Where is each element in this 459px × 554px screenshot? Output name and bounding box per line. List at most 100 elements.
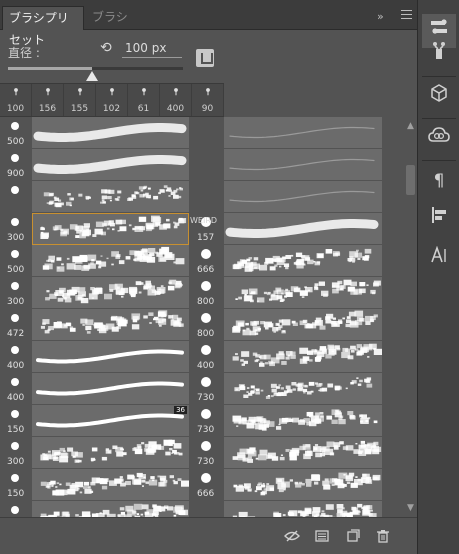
brush-size-value: 300 bbox=[7, 297, 25, 307]
brush-stroke-preview bbox=[233, 472, 381, 496]
brush-preset-thumb[interactable]: 150 bbox=[0, 405, 30, 437]
brush-preset-thumb[interactable]: WEIRD 157 bbox=[189, 213, 224, 245]
brush-preset-thumb[interactable]: 800 bbox=[189, 309, 224, 341]
brush-tip-icon bbox=[205, 88, 210, 96]
brush-row bbox=[0, 501, 404, 517]
brush-preset-item[interactable] bbox=[32, 309, 189, 341]
brush-preset-thumb[interactable]: 730 bbox=[189, 373, 224, 405]
brush-preset-thumb[interactable]: 730 bbox=[189, 437, 224, 469]
brush-preset-item[interactable] bbox=[224, 245, 382, 277]
brush-preset-item[interactable] bbox=[32, 501, 189, 517]
brush-preset-item[interactable] bbox=[32, 437, 189, 469]
brush-badge: 36 bbox=[174, 406, 187, 414]
brush-preset-thumb[interactable]: 400 bbox=[189, 341, 224, 373]
brush-stroke-preview bbox=[229, 190, 375, 203]
align-icon[interactable] bbox=[422, 202, 456, 236]
brush-stroke-preview bbox=[235, 279, 381, 303]
brush-row: 472 800 bbox=[0, 309, 404, 341]
new-preset-icon[interactable] bbox=[346, 529, 360, 543]
tab-brush-presets[interactable]: ブラシプリセット bbox=[2, 6, 84, 47]
brush-preset-item[interactable] bbox=[32, 117, 189, 149]
brush-stroke-preview bbox=[42, 246, 185, 272]
brush-preset-thumb[interactable]: 666 bbox=[189, 245, 224, 277]
tab-brush[interactable]: ブラシ bbox=[86, 6, 134, 30]
recent-brush-item[interactable]: 61 bbox=[128, 84, 160, 116]
brush-size-value: 800 bbox=[197, 329, 215, 339]
recent-brush-item[interactable]: 102 bbox=[96, 84, 128, 116]
brush-preset-item[interactable] bbox=[224, 373, 382, 405]
brush-preset-thumb[interactable]: 730 bbox=[189, 405, 224, 437]
brush-preset-item[interactable] bbox=[32, 213, 189, 245]
brush-preset-thumb[interactable]: 800 bbox=[189, 277, 224, 309]
brush-preset-thumb[interactable]: 300 bbox=[0, 213, 30, 245]
brush-preset-item[interactable] bbox=[224, 117, 382, 149]
brush-panel-toggle-icon[interactable] bbox=[196, 49, 214, 67]
recent-brush-item[interactable]: 100 bbox=[0, 84, 32, 116]
scroll-down-icon[interactable]: ▼ bbox=[407, 503, 414, 513]
brush-preset-thumb[interactable]: 400 bbox=[0, 373, 30, 405]
recent-brush-item[interactable]: 90 bbox=[192, 84, 224, 116]
brush-preset-item[interactable] bbox=[224, 181, 382, 213]
brush-tip-icon bbox=[11, 506, 19, 514]
brush-preset-thumb[interactable] bbox=[189, 501, 224, 517]
recent-brush-item[interactable]: 155 bbox=[64, 84, 96, 116]
brush-preset-item[interactable] bbox=[32, 373, 189, 405]
brush-preset-item[interactable] bbox=[32, 469, 189, 501]
brush-preset-thumb[interactable]: 300 bbox=[0, 277, 30, 309]
brush-preset-item[interactable] bbox=[224, 501, 382, 517]
visibility-toggle-icon[interactable] bbox=[284, 529, 300, 543]
brush-preset-item[interactable] bbox=[224, 213, 382, 245]
collapse-panel-icon[interactable]: » bbox=[377, 10, 384, 23]
brush-preset-thumb[interactable]: 300 bbox=[0, 437, 30, 469]
brush-preset-item[interactable] bbox=[224, 469, 382, 501]
brush-tip-icon bbox=[11, 474, 19, 482]
recent-brush-item[interactable]: 156 bbox=[32, 84, 64, 116]
brush-panel-icon[interactable] bbox=[315, 529, 329, 543]
paragraph-icon[interactable]: ¶ bbox=[422, 164, 456, 198]
brush-preset-item[interactable] bbox=[32, 181, 189, 213]
brush-preset-thumb[interactable] bbox=[189, 149, 224, 181]
brush-preset-item[interactable] bbox=[32, 245, 189, 277]
brush-stroke-preview bbox=[33, 123, 187, 142]
brush-icon[interactable] bbox=[422, 38, 456, 72]
diameter-input[interactable]: 100 px bbox=[122, 41, 182, 58]
brush-preset-thumb[interactable] bbox=[0, 501, 30, 517]
diameter-slider-thumb[interactable] bbox=[86, 71, 98, 81]
scroll-up-icon[interactable]: ▲ bbox=[407, 121, 414, 131]
brush-preset-thumb[interactable]: 666 bbox=[189, 469, 224, 501]
trash-icon[interactable] bbox=[376, 529, 390, 543]
brush-preset-thumb[interactable]: 500 bbox=[0, 117, 30, 149]
brush-preset-item[interactable] bbox=[32, 149, 189, 181]
panel-menu-icon[interactable] bbox=[401, 10, 412, 19]
scroll-thumb[interactable] bbox=[406, 165, 415, 195]
diameter-slider[interactable] bbox=[8, 67, 183, 70]
brush-list-scrollbar[interactable]: ▲ ▼ bbox=[404, 117, 417, 517]
brush-preset-thumb[interactable]: 500 bbox=[0, 245, 30, 277]
brush-preset-thumb[interactable]: 150 bbox=[0, 469, 30, 501]
brush-preset-item[interactable] bbox=[32, 341, 189, 373]
brush-preset-thumb[interactable]: 472 bbox=[0, 309, 30, 341]
brush-size-value: 300 bbox=[7, 457, 25, 467]
brush-preset-item[interactable] bbox=[224, 437, 382, 469]
brush-preset-item[interactable] bbox=[224, 309, 382, 341]
brush-preset-item[interactable] bbox=[32, 277, 189, 309]
brush-tip-icon bbox=[13, 88, 18, 96]
reset-size-icon[interactable]: ⟲ bbox=[100, 40, 112, 56]
brush-preset-thumb[interactable] bbox=[189, 181, 224, 213]
3d-cube-icon[interactable] bbox=[422, 80, 456, 114]
brush-stroke-preview bbox=[229, 126, 375, 139]
dock-separator bbox=[422, 76, 456, 77]
brush-preset-thumb[interactable]: 900 bbox=[0, 149, 30, 181]
brush-preset-item[interactable] bbox=[224, 405, 382, 437]
character-icon[interactable] bbox=[422, 242, 456, 276]
brush-preset-item[interactable]: 36 bbox=[32, 405, 189, 437]
brush-size-value: 300 bbox=[7, 233, 25, 243]
cc-libraries-icon[interactable] bbox=[422, 122, 456, 156]
recent-brush-item[interactable]: 400 bbox=[160, 84, 192, 116]
brush-preset-item[interactable] bbox=[224, 277, 382, 309]
brush-preset-thumb[interactable]: 400 bbox=[0, 341, 30, 373]
brush-preset-thumb[interactable] bbox=[0, 181, 30, 213]
brush-preset-thumb[interactable] bbox=[189, 117, 224, 149]
brush-preset-item[interactable] bbox=[224, 149, 382, 181]
brush-preset-item[interactable] bbox=[224, 341, 382, 373]
